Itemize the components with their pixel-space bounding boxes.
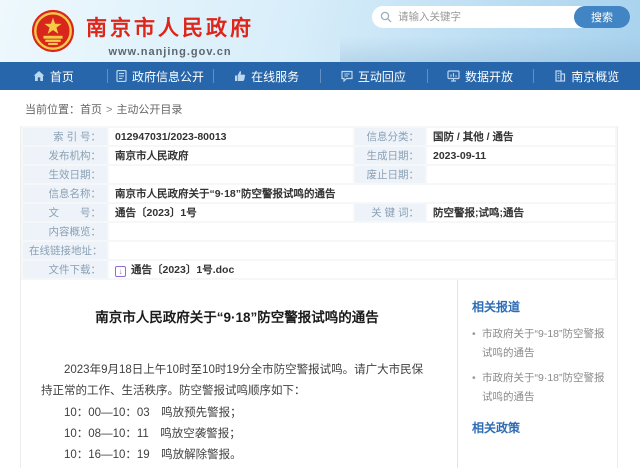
download-file-link[interactable]: 通告〔2023〕1号.doc bbox=[131, 264, 234, 276]
effective-date-label: 生效日期： bbox=[22, 165, 108, 184]
related-policies-title[interactable]: 相关政策 bbox=[472, 419, 605, 436]
site-logo[interactable]: 南京市人民政府 www.nanjing.gov.cn bbox=[30, 8, 254, 58]
keywords-label: 关 键 词： bbox=[354, 203, 426, 222]
site-name: 南京市人民政府 bbox=[86, 12, 254, 42]
category-label: 信息分类： bbox=[354, 127, 426, 146]
building-icon bbox=[554, 70, 566, 82]
article-paragraph: 2023年9月18日上午10时至10时19分全市防空警报试鸣。请广大市民保持正常… bbox=[41, 360, 433, 403]
list-item[interactable]: 市政府关于“9-18”防空警报试鸣的通告 bbox=[472, 325, 605, 363]
main-nav: 首页 政府信息公开 在线服务 互动回应 数据 bbox=[0, 62, 640, 90]
nav-label: 互动回应 bbox=[358, 68, 406, 85]
summary-label: 内容概览： bbox=[22, 222, 108, 241]
site-url: www.nanjing.gov.cn bbox=[86, 46, 254, 58]
download-icon: ↓ bbox=[115, 266, 126, 277]
nav-item-overview[interactable]: 南京概览 bbox=[533, 62, 640, 90]
info-name-value: 南京市人民政府关于“9·18”防空警报试鸣的通告 bbox=[108, 184, 616, 203]
search-button[interactable]: 搜索 bbox=[574, 6, 630, 28]
nav-item-gov-info[interactable]: 政府信息公开 bbox=[107, 62, 214, 90]
table-row: 信息名称： 南京市人民政府关于“9·18”防空警报试鸣的通告 bbox=[22, 184, 616, 203]
table-row: 内容概览： bbox=[22, 222, 616, 241]
online-link-value bbox=[108, 241, 616, 260]
category-value: 国防 / 其他 / 通告 bbox=[426, 127, 616, 146]
doc-number-label: 文 号： bbox=[22, 203, 108, 222]
abolish-date-label: 废止日期： bbox=[354, 165, 426, 184]
list-item[interactable]: 市政府关于“9·18”防空警报试鸣的通告 bbox=[472, 369, 605, 407]
file-download-label: 文件下载： bbox=[22, 260, 108, 279]
file-download-cell: ↓ 通告〔2023〕1号.doc bbox=[108, 260, 616, 279]
nav-item-interaction[interactable]: 互动回应 bbox=[320, 62, 427, 90]
online-link-label: 在线链接地址： bbox=[22, 241, 108, 260]
nav-label: 首页 bbox=[50, 68, 74, 85]
search-icon bbox=[380, 11, 392, 23]
table-row: 发布机构： 南京市人民政府 生成日期： 2023-09-11 bbox=[22, 146, 616, 165]
article-title: 南京市人民政府关于“9·18”防空警报试鸣的通告 bbox=[41, 306, 433, 326]
document-icon bbox=[116, 70, 127, 82]
nav-item-open-data[interactable]: 数据开放 bbox=[427, 62, 534, 90]
table-row: 索 引 号： 012947031/2023-80013 信息分类： 国防 / 其… bbox=[22, 127, 616, 146]
home-icon bbox=[33, 70, 45, 82]
site-title-block: 南京市人民政府 www.nanjing.gov.cn bbox=[86, 8, 254, 58]
breadcrumb-home-link[interactable]: 首页 bbox=[80, 104, 102, 116]
nav-item-online-services[interactable]: 在线服务 bbox=[213, 62, 320, 90]
info-name-label: 信息名称： bbox=[22, 184, 108, 203]
site-banner: 南京市人民政府 www.nanjing.gov.cn 搜索 bbox=[0, 0, 640, 62]
breadcrumb-current: 主动公开目录 bbox=[116, 104, 182, 116]
related-sidebar: 相关报道 市政府关于“9-18”防空警报试鸣的通告 市政府关于“9·18”防空警… bbox=[457, 280, 617, 468]
related-reports-title[interactable]: 相关报道 bbox=[472, 298, 605, 315]
abolish-date-value bbox=[426, 165, 616, 184]
nav-label: 在线服务 bbox=[251, 68, 299, 85]
thumbs-up-icon bbox=[234, 70, 246, 82]
table-row: 文 号： 通告〔2023〕1号 关 键 词： 防空警报;试鸣;通告 bbox=[22, 203, 616, 222]
content-box: 索 引 号： 012947031/2023-80013 信息分类： 国防 / 其… bbox=[20, 126, 618, 468]
document-meta-table: 索 引 号： 012947031/2023-80013 信息分类： 国防 / 其… bbox=[21, 126, 617, 280]
search-input[interactable] bbox=[392, 11, 574, 23]
nav-label: 数据开放 bbox=[465, 68, 513, 85]
index-number-value: 012947031/2023-80013 bbox=[108, 127, 354, 146]
schedule-line: 10：08—10：11 鸣放空袭警报； bbox=[41, 424, 433, 445]
nav-item-home[interactable]: 首页 bbox=[0, 62, 107, 90]
doc-number-value: 通告〔2023〕1号 bbox=[108, 203, 354, 222]
breadcrumb: 当前位置：首页 > 主动公开目录 bbox=[0, 90, 640, 126]
speech-bubble-icon bbox=[341, 70, 353, 82]
publisher-label: 发布机构： bbox=[22, 146, 108, 165]
national-emblem-icon bbox=[30, 8, 76, 54]
related-reports-list: 市政府关于“9-18”防空警报试鸣的通告 市政府关于“9·18”防空警报试鸣的通… bbox=[472, 325, 605, 407]
article: 南京市人民政府关于“9·18”防空警报试鸣的通告 2023年9月18日上午10时… bbox=[21, 280, 457, 468]
table-row: 文件下载： ↓ 通告〔2023〕1号.doc bbox=[22, 260, 616, 279]
publisher-value: 南京市人民政府 bbox=[108, 146, 354, 165]
table-row: 生效日期： 废止日期： bbox=[22, 165, 616, 184]
monitor-icon bbox=[447, 70, 460, 82]
keywords-value: 防空警报;试鸣;通告 bbox=[426, 203, 616, 222]
breadcrumb-separator: > bbox=[106, 104, 112, 116]
summary-value bbox=[108, 222, 616, 241]
create-date-label: 生成日期： bbox=[354, 146, 426, 165]
lower-section: 南京市人民政府关于“9·18”防空警报试鸣的通告 2023年9月18日上午10时… bbox=[21, 280, 617, 468]
index-number-label: 索 引 号： bbox=[22, 127, 108, 146]
nav-label: 南京概览 bbox=[571, 68, 619, 85]
breadcrumb-prefix: 当前位置： bbox=[25, 104, 80, 116]
nav-label: 政府信息公开 bbox=[132, 68, 204, 85]
schedule-line: 10：16—10：19 鸣放解除警报。 bbox=[41, 445, 433, 466]
table-row: 在线链接地址： bbox=[22, 241, 616, 260]
create-date-value: 2023-09-11 bbox=[426, 146, 616, 165]
search-bar[interactable]: 搜索 bbox=[372, 6, 630, 28]
effective-date-value bbox=[108, 165, 354, 184]
schedule-line: 10：00—10：03 鸣放预先警报； bbox=[41, 403, 433, 424]
